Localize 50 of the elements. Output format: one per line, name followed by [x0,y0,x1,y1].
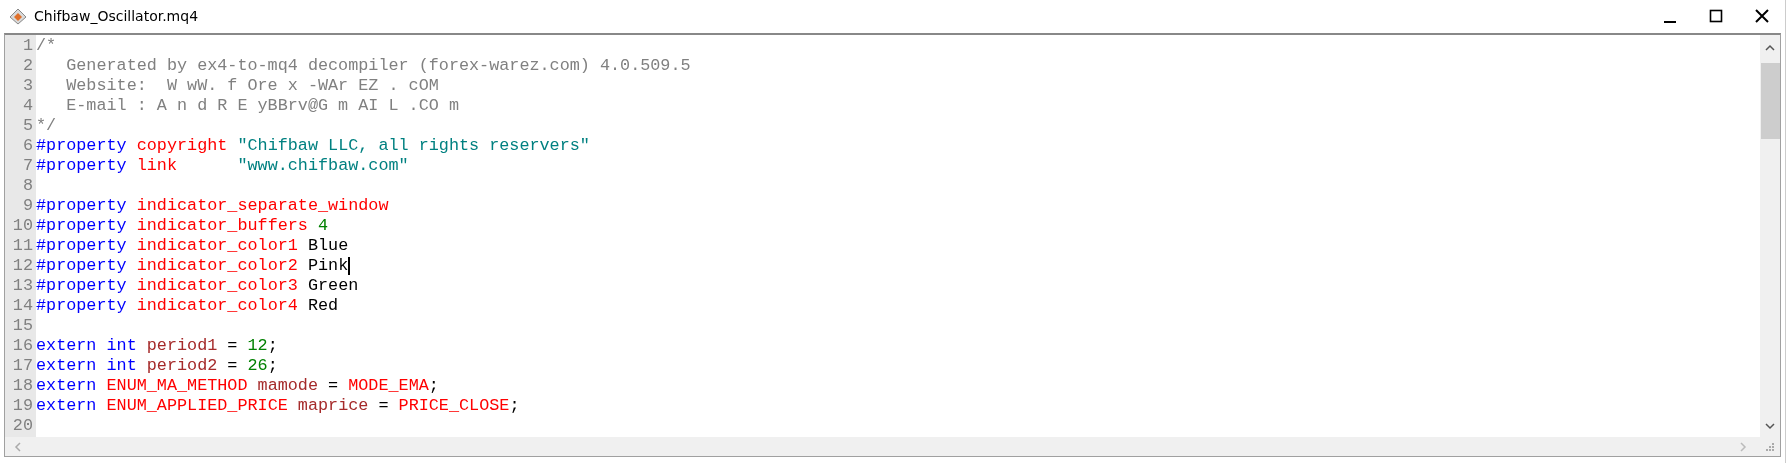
code-line: #property indicator_separate_window [36,196,389,216]
line-number: 10 [11,216,34,236]
line-number: 16 [11,336,34,356]
scroll-up-icon[interactable] [1764,43,1776,53]
line-number: 11 [11,236,34,256]
window-title: Chifbaw_Oscillator.mq4 [34,8,199,24]
code-line: #property link "www.chifbaw.com" [36,156,409,176]
code-line: #property copyright "Chifbaw LLC, all rights reservers" [36,136,590,156]
code-line: extern ENUM_APPLIED_PRICE maprice = PRICE_CLOSE; [36,396,520,416]
code-line: Generated by ex4-to-mq4 decompiler (forex-warez.com) 4.0.509.5 [65,56,691,76]
code-line: #property indicator_color2 Pink [36,256,351,276]
horizontal-scrollbar[interactable] [5,437,1780,456]
code-line: /* [36,36,57,56]
code-line: Website: W wW. f Ore x -WAr EZ . cOM [65,76,439,96]
code-line: extern ENUM_MA_METHOD mamode = MODE_EMA; [36,376,439,396]
code-line: extern int period2 = 26; [36,356,278,376]
line-number: 1 [21,36,34,56]
scroll-right-icon[interactable] [1738,440,1748,453]
line-number: 17 [11,356,34,376]
line-number: 6 [21,136,34,156]
code-line: */ [36,116,57,136]
file-icon [8,7,28,25]
vertical-scrollbar[interactable] [1760,35,1780,437]
line-number: 12 [11,256,34,276]
line-number: 7 [21,156,34,176]
code-line: #property indicator_color3 Green [36,276,359,296]
line-number: 14 [11,296,34,316]
line-number: 2 [21,56,34,76]
close-icon [1755,9,1769,23]
scroll-down-icon[interactable] [1764,421,1776,431]
line-number: 15 [11,316,34,336]
resize-grip-icon[interactable] [1764,440,1776,453]
minimize-icon [1664,21,1676,23]
scrollbar-thumb[interactable] [1760,63,1780,139]
code-line: #property indicator_color4 Red [36,296,339,316]
line-number: 13 [11,276,34,296]
line-number: 5 [21,116,34,136]
line-number: 20 [11,416,34,436]
line-number: 18 [11,376,34,396]
line-number: 4 [21,96,34,116]
code-line: E-mail : A n d R E yBBrv@G m AI L .CO m [65,96,459,116]
code-line: #property indicator_color1 Blue [36,236,349,256]
scroll-left-icon[interactable] [13,440,23,453]
line-number: 8 [21,176,34,196]
line-number: 9 [21,196,34,216]
line-number: 3 [21,76,34,96]
code-line: #property indicator_buffers 4 [36,216,329,236]
code-line: extern int period1 = 12; [36,336,278,356]
maximize-icon [1709,9,1723,23]
line-number: 19 [11,396,34,416]
